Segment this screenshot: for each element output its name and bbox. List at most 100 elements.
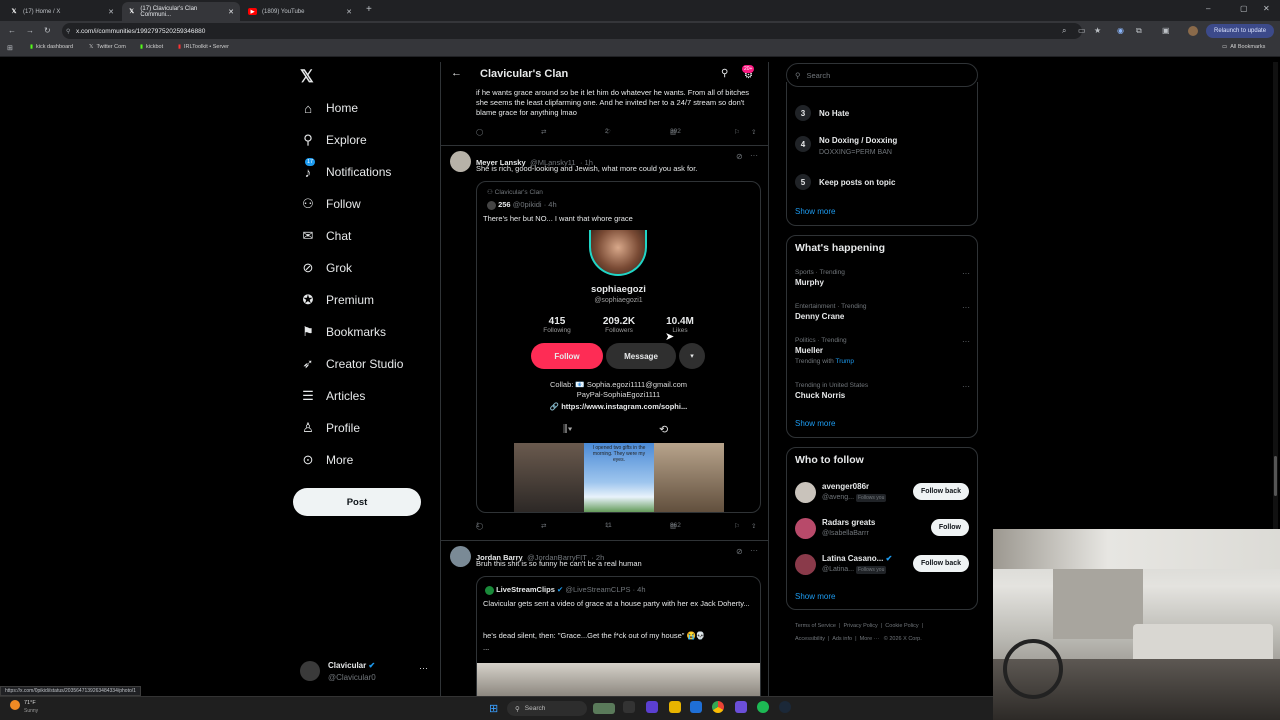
follow-suggestion[interactable]: Radars greats @IsabellaBarrr Follow xyxy=(795,516,973,540)
chrome-icon[interactable] xyxy=(712,701,724,713)
nav-home[interactable]: ⌂ Home xyxy=(300,96,358,120)
avatar[interactable] xyxy=(450,151,471,172)
quoted-post[interactable]: ⚇ Clavicular's Clan 256 @0pikidi · 4h Th… xyxy=(476,181,761,513)
tab-home[interactable]: 𝕏 (17) Home / X ✕ xyxy=(4,2,120,21)
grok-icon[interactable]: ⊘ xyxy=(736,152,743,161)
close-window-icon[interactable]: ✕ xyxy=(1263,4,1270,13)
account-switcher[interactable]: Clavicular ✔ @Clavicular0 ··· xyxy=(298,659,432,687)
reload-icon[interactable]: ↻ xyxy=(44,26,51,35)
spotify-icon[interactable] xyxy=(757,701,769,713)
sidepanel-icon[interactable]: ▣ xyxy=(1162,26,1170,35)
footer-link[interactable]: Accessibility xyxy=(795,636,825,642)
footer-link[interactable]: More ··· xyxy=(860,636,880,642)
bookmark-item[interactable]: ▮ kick dashboard xyxy=(30,44,73,50)
app-icon[interactable] xyxy=(690,701,702,713)
nav-chat[interactable]: ✉ Chat xyxy=(300,224,352,248)
nav-notifications[interactable]: ♪ 17 Notifications xyxy=(300,158,391,184)
footer-link[interactable]: Ads info xyxy=(832,636,852,642)
trending-with-link[interactable]: Trump xyxy=(835,358,854,365)
show-more-link[interactable]: Show more xyxy=(795,592,835,601)
nav-grok[interactable]: ⊘ Grok xyxy=(300,256,352,280)
bookmark-icon[interactable]: ⚐ xyxy=(734,522,740,530)
bookmark-item[interactable]: 𝕏 Twitter Com xyxy=(89,44,126,50)
follow-suggestion[interactable]: avenger086r @aveng... Follows you Follow… xyxy=(795,480,973,504)
nav-creator-studio[interactable]: ➶ Creator Studio xyxy=(300,352,404,376)
x-logo-icon[interactable]: 𝕏 xyxy=(300,67,314,87)
trend-item[interactable]: Politics · Trending Mueller Trending wit… xyxy=(795,337,970,365)
more-dots-icon[interactable]: ··· xyxy=(962,303,970,312)
bookmark-item[interactable]: ▮ IRLToolkit • Server xyxy=(178,44,229,50)
minimize-icon[interactable]: – xyxy=(1206,4,1210,13)
taskbar-search[interactable]: ⚲ Search xyxy=(507,701,587,716)
repost-icon[interactable]: ⇄ xyxy=(541,522,546,530)
task-view-icon[interactable] xyxy=(623,701,635,713)
footer-link[interactable]: Terms of Service xyxy=(795,623,836,629)
search-icon[interactable]: ⚲ xyxy=(721,68,728,79)
back-icon[interactable]: ← xyxy=(8,26,16,35)
nav-premium[interactable]: ✪ Premium xyxy=(300,288,374,312)
site-info-icon[interactable]: ⚲ xyxy=(66,28,70,35)
extension-icon[interactable]: ◉ xyxy=(1117,26,1124,35)
grok-icon[interactable]: ⊘ xyxy=(736,547,743,556)
relaunch-button[interactable]: Relaunch to update xyxy=(1206,24,1275,38)
weather-icon[interactable] xyxy=(10,700,20,710)
video-thumbnail[interactable] xyxy=(477,663,760,696)
more-dots-icon[interactable]: ··· xyxy=(750,546,758,555)
follow-back-button[interactable]: Follow back xyxy=(912,483,969,500)
post-button[interactable]: Post xyxy=(293,488,421,516)
footer-link[interactable]: Cookie Policy xyxy=(885,623,918,629)
repost-icon[interactable]: ⇄ xyxy=(541,128,546,136)
close-tab-icon[interactable]: ✕ xyxy=(108,8,114,16)
nav-explore[interactable]: ⚲ Explore xyxy=(300,128,366,152)
profile-avatar[interactable] xyxy=(1188,26,1198,36)
footer-link[interactable]: Privacy Policy xyxy=(844,623,878,629)
file-explorer-icon[interactable] xyxy=(669,701,681,713)
share-icon[interactable]: ⇪ xyxy=(751,128,756,136)
show-more-link[interactable]: Show more xyxy=(795,419,835,428)
back-arrow-icon[interactable]: ← xyxy=(451,67,462,79)
close-tab-icon[interactable]: ✕ xyxy=(228,8,234,16)
follow-suggestion[interactable]: Latina Casano... ✔ @Latina... Follows yo… xyxy=(795,552,973,576)
nav-more[interactable]: ⊙ More xyxy=(300,448,354,472)
all-bookmarks[interactable]: ▭ All Bookmarks xyxy=(1222,44,1265,50)
quoted-post[interactable]: LiveStreamClips ✔ @LiveStreamCLPS · 4h C… xyxy=(476,576,761,696)
steam-icon[interactable] xyxy=(779,701,791,713)
follow-button[interactable]: Follow xyxy=(930,519,969,536)
apps-icon[interactable]: ⊞ xyxy=(7,44,13,52)
more-dots-icon[interactable]: ··· xyxy=(962,269,970,278)
bookmark-icon[interactable]: ⚐ xyxy=(734,128,740,136)
trend-item[interactable]: Sports · Trending Murphy ··· xyxy=(795,269,970,287)
follow-back-button[interactable]: Follow back xyxy=(912,555,969,572)
widget-icon[interactable] xyxy=(593,703,615,714)
show-more-link[interactable]: Show more xyxy=(795,207,835,216)
star-icon[interactable]: ★ xyxy=(1094,26,1101,35)
more-dots-icon[interactable]: ··· xyxy=(962,382,970,391)
more-dots-icon[interactable]: ··· xyxy=(419,663,428,673)
scrollbar-thumb[interactable] xyxy=(1274,456,1277,496)
forward-icon[interactable]: → xyxy=(26,26,34,35)
windows-start-icon[interactable]: ⊞ xyxy=(489,702,498,715)
puzzle-icon[interactable]: ⧉ xyxy=(1136,26,1142,36)
nav-bookmarks[interactable]: ⚑ Bookmarks xyxy=(300,320,386,344)
share-icon[interactable]: ⇪ xyxy=(751,522,756,530)
url-field[interactable]: ⚲ x.com/i/communities/199279752025934688… xyxy=(62,23,1082,39)
nav-follow[interactable]: ⚇ Follow xyxy=(300,192,361,216)
zoom-icon[interactable]: ⌕ xyxy=(1062,26,1066,36)
cast-icon[interactable]: ▭ xyxy=(1078,26,1086,35)
maximize-icon[interactable]: ▢ xyxy=(1240,4,1248,13)
more-dots-icon[interactable]: ··· xyxy=(750,151,758,160)
tab-community[interactable]: 𝕏 (17) Clavicular's Clan Communi... ✕ xyxy=(122,2,240,21)
close-tab-icon[interactable]: ✕ xyxy=(346,8,352,16)
trend-item[interactable]: Trending in United States Chuck Norris ·… xyxy=(795,382,970,400)
nav-articles[interactable]: ☰ Articles xyxy=(300,384,365,408)
bookmark-item[interactable]: ▮ kickbot xyxy=(140,44,163,50)
new-tab-icon[interactable]: + xyxy=(366,4,372,15)
reply-icon[interactable]: ◯ xyxy=(476,128,483,136)
app-icon[interactable] xyxy=(646,701,658,713)
avatar[interactable] xyxy=(450,546,471,567)
trend-item[interactable]: Entertainment · Trending Denny Crane ··· xyxy=(795,303,970,321)
app-icon[interactable] xyxy=(735,701,747,713)
nav-profile[interactable]: ♙ Profile xyxy=(300,416,360,440)
more-dots-icon[interactable]: ··· xyxy=(962,337,970,346)
tab-youtube[interactable]: ▶ (1809) YouTube ✕ xyxy=(242,2,358,21)
